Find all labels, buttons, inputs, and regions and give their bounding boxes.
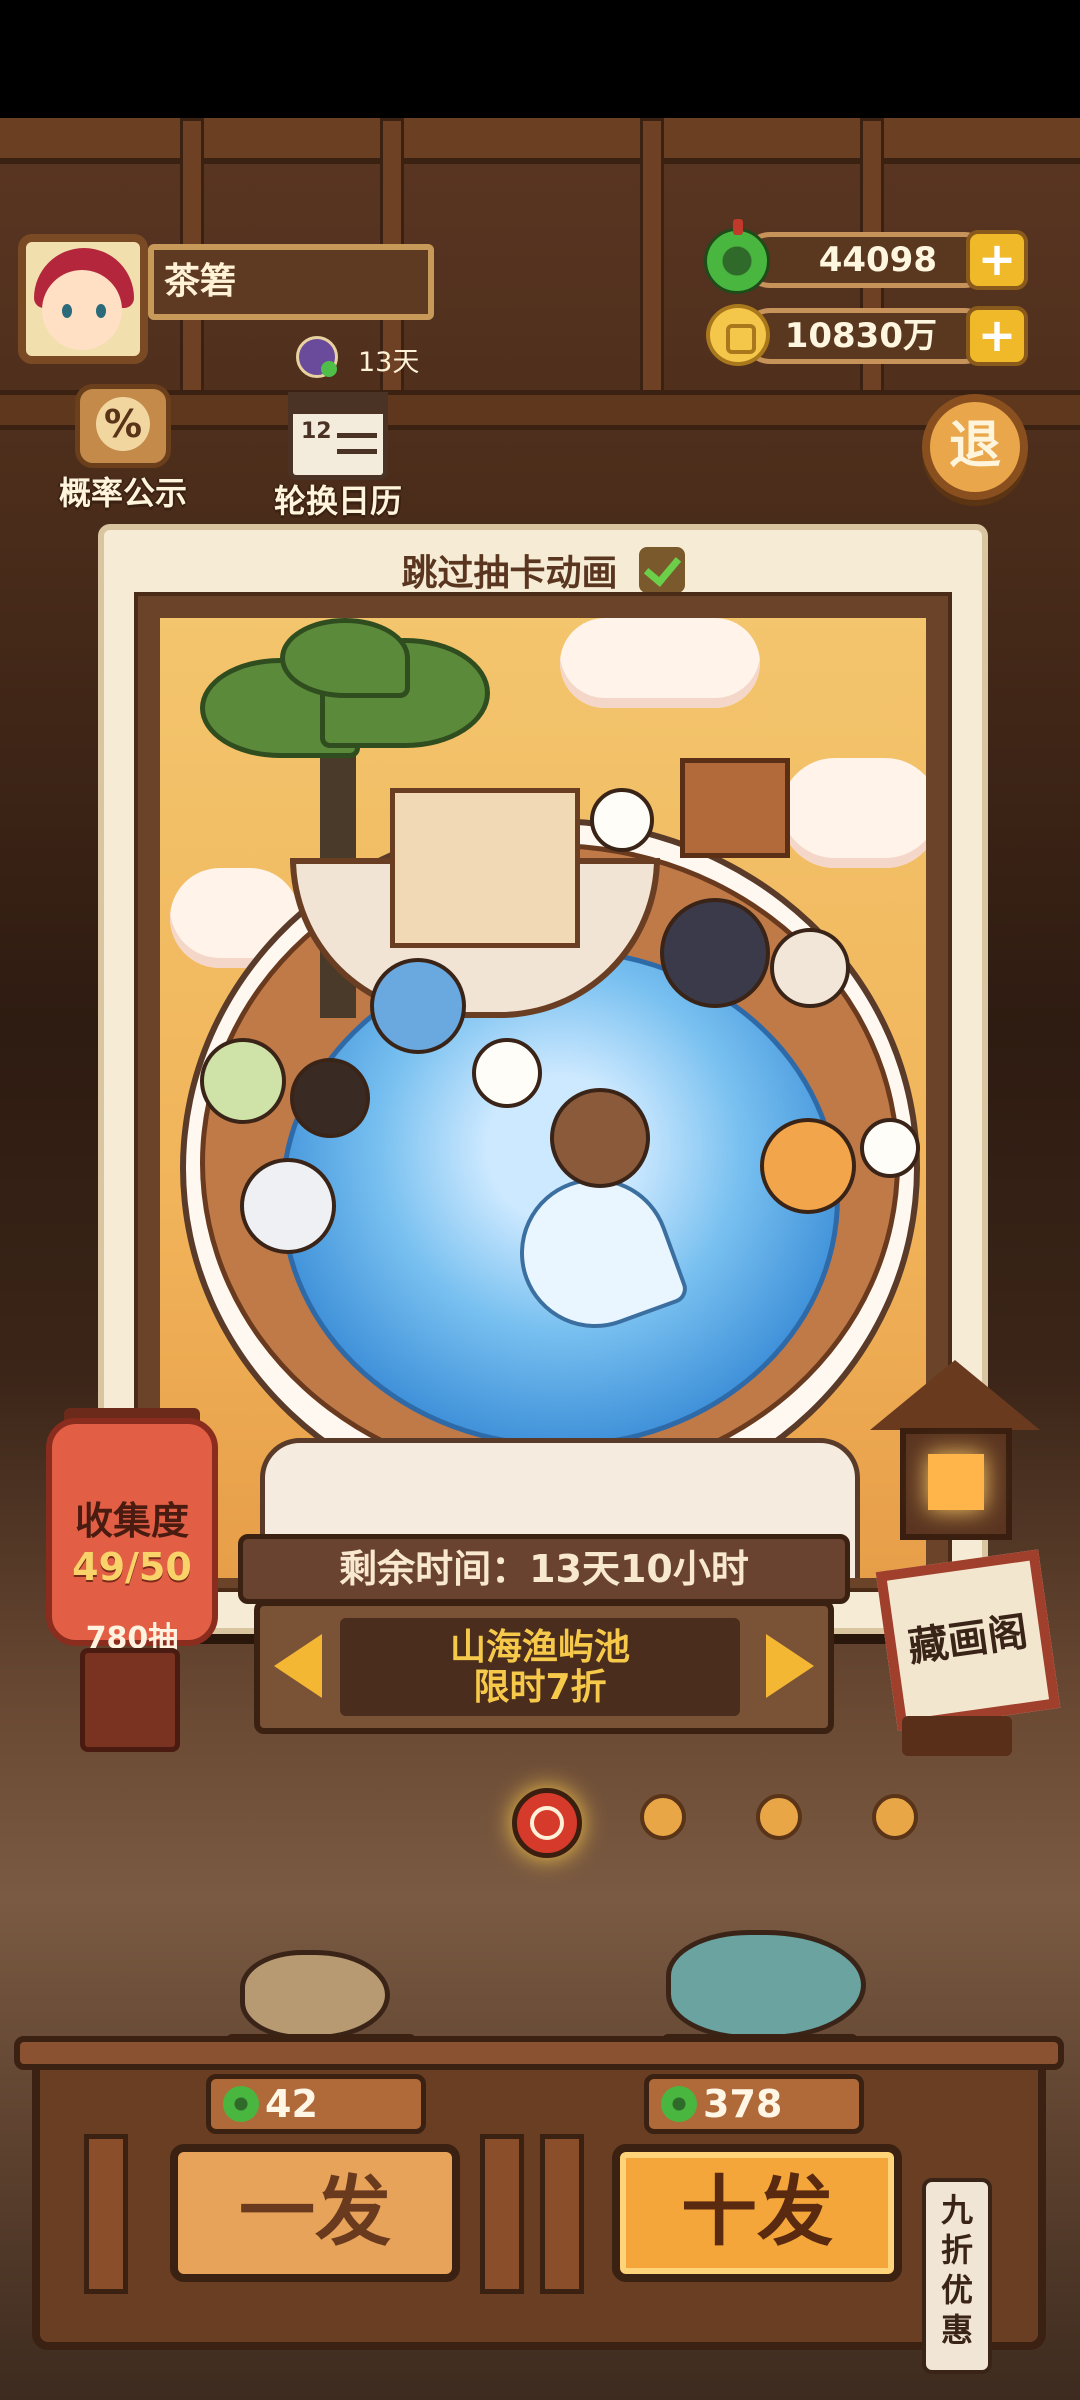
single-draw-cost: 42 — [206, 2074, 426, 2134]
gallery-stand — [902, 1716, 1012, 1756]
counter-pillar — [84, 2134, 128, 2294]
next-pool-arrow-icon[interactable] — [766, 1634, 814, 1698]
ten-draw-button[interactable]: 十发 — [612, 2144, 902, 2282]
discount-tag: 九折优惠 — [922, 2178, 992, 2374]
page-dot[interactable] — [872, 1794, 918, 1840]
gacha-banner-card: 跳过抽卡动画 — [98, 524, 988, 1634]
pool-title-panel: 山海渔屿池 限时7折 — [340, 1618, 740, 1716]
player-name: 茶箬 — [148, 244, 434, 320]
login-days-icon — [296, 336, 338, 378]
checkbox-checked-icon[interactable] — [638, 547, 685, 593]
rotation-calendar-label: 轮换日历 — [273, 482, 402, 520]
lantern-stand — [80, 1648, 180, 1752]
single-draw-button[interactable]: 一发 — [170, 2144, 460, 2282]
page-dot[interactable] — [640, 1794, 686, 1840]
ten-draw-fish-icon — [666, 1930, 866, 2040]
time-remaining: 剩余时间：13天10小时 — [238, 1534, 850, 1604]
status-bar — [0, 0, 1080, 118]
previous-pool-arrow-icon[interactable] — [274, 1634, 322, 1698]
skip-animation-label: 跳过抽卡动画 — [401, 553, 618, 594]
pool-name: 山海渔屿池 — [449, 1627, 630, 1668]
ten-draw-cost: 378 — [644, 2074, 864, 2134]
jade-icon — [704, 219, 770, 294]
gallery-button[interactable]: 藏画阁 — [875, 1549, 1061, 1731]
rotation-calendar-button[interactable]: 12 轮换日历 — [258, 392, 418, 522]
counter-pillar — [540, 2134, 584, 2294]
page-dot-active[interactable] — [512, 1788, 582, 1858]
banner-illustration — [160, 618, 926, 1578]
page-dot[interactable] — [756, 1794, 802, 1840]
probability-label: 概率公示 — [58, 474, 187, 512]
shrine-lamp — [900, 1428, 1012, 1540]
skip-animation-toggle[interactable]: 跳过抽卡动画 — [104, 544, 982, 596]
add-coins-button[interactable]: + — [966, 306, 1028, 366]
collection-progress-button[interactable]: 收集度 49/50 780抽 — [46, 1418, 218, 1656]
single-draw-fish-icon — [240, 1950, 390, 2040]
counter-pillar — [480, 2134, 524, 2294]
collection-progress: 49/50 — [72, 1545, 192, 1589]
percent-icon: % — [75, 384, 171, 468]
exit-button[interactable]: 退 — [922, 394, 1028, 500]
jade-balance: 44098 — [742, 232, 992, 288]
login-days-label: 13天 — [358, 347, 420, 378]
coin-icon — [706, 304, 770, 366]
pool-discount: 限时7折 — [473, 1667, 607, 1708]
collection-title: 收集度 — [74, 1499, 189, 1543]
probability-button[interactable]: % 概率公示 — [48, 384, 198, 514]
banner-frame — [134, 592, 952, 1592]
jade-icon — [223, 2085, 259, 2122]
roof-rafter — [640, 118, 664, 424]
add-jade-button[interactable]: + — [966, 230, 1028, 290]
player-avatar[interactable] — [18, 234, 148, 364]
roof-beam — [0, 118, 1080, 164]
calendar-icon: 12 — [288, 392, 388, 480]
counter-top — [14, 2036, 1064, 2070]
coin-balance: 10830万 — [742, 308, 992, 364]
pool-selector: 山海渔屿池 限时7折 — [254, 1600, 834, 1734]
jade-icon — [661, 2085, 697, 2122]
